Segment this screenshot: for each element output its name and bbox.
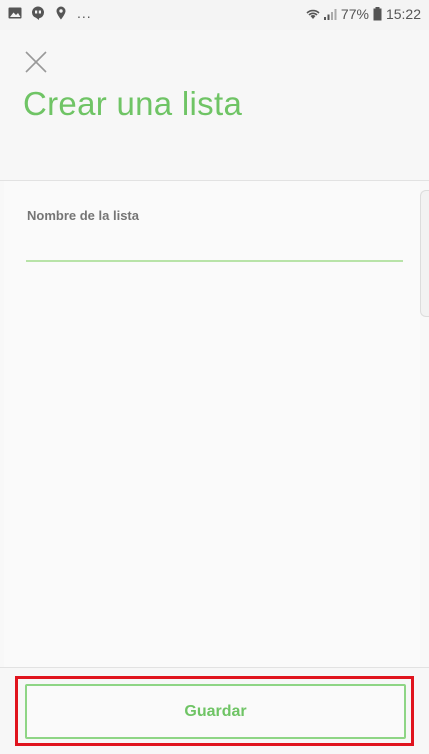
status-bar-system: 77% 15:22: [305, 6, 421, 22]
list-name-input[interactable]: [26, 230, 403, 262]
signal-icon: [323, 7, 337, 21]
close-icon: [25, 51, 47, 73]
clock: 15:22: [385, 6, 421, 22]
wifi-icon: [305, 7, 320, 21]
battery-icon: [373, 7, 382, 21]
close-button[interactable]: [24, 50, 48, 74]
gallery-icon: [8, 6, 22, 20]
battery-percent: 77%: [340, 6, 369, 22]
save-button[interactable]: Guardar: [25, 684, 406, 739]
page-title: Crear una lista: [23, 85, 243, 122]
side-drawer-handle[interactable]: [420, 190, 429, 317]
more-notifications-indicator: ...: [77, 5, 92, 21]
list-name-label: Nombre de la lista: [27, 208, 139, 223]
hangouts-icon: [31, 6, 45, 20]
status-bar-notifications: ...: [8, 6, 92, 20]
status-bar: ... 77% 15:22: [0, 0, 429, 30]
location-pin-icon: [54, 6, 68, 20]
